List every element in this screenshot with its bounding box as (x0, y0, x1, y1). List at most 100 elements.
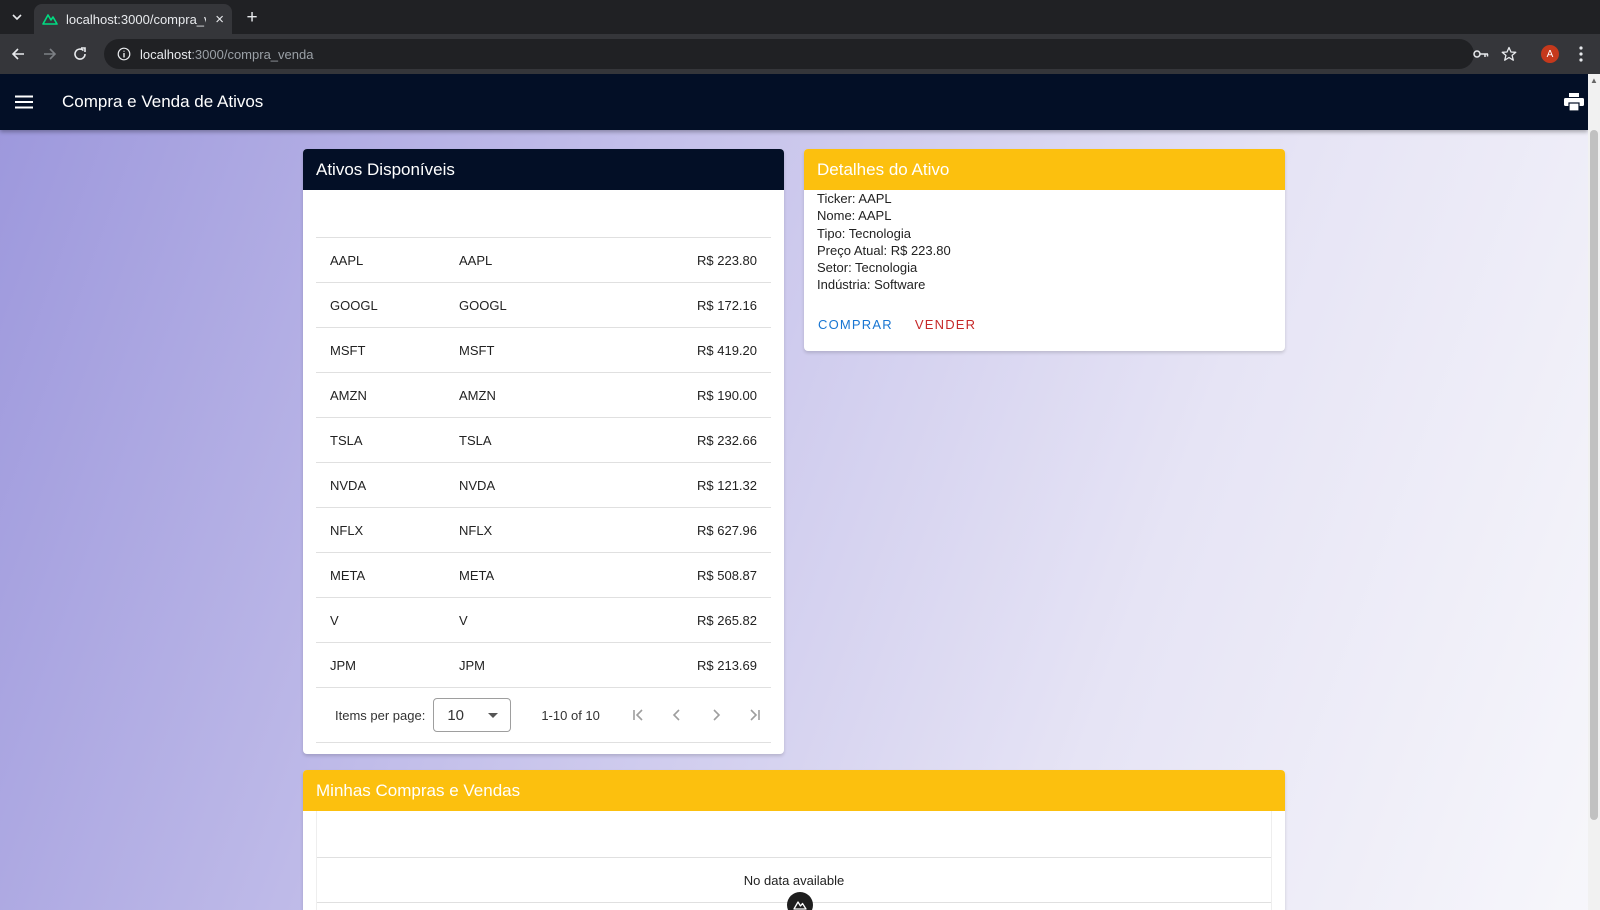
table-row[interactable]: V V R$ 265.82 (316, 598, 771, 643)
comprar-button[interactable]: COMPRAR (810, 309, 901, 340)
arrow-left-icon (11, 48, 24, 60)
cell-ticker: AAPL (330, 252, 364, 268)
chevron-right-icon (713, 709, 721, 721)
table-row[interactable]: NFLX NFLX R$ 627.96 (316, 508, 771, 553)
cell-ticker: MSFT (330, 342, 366, 358)
forward-button[interactable] (37, 42, 61, 66)
page-viewport: Compra e Venda de Ativos Ativos Disponív… (0, 74, 1600, 910)
cell-ticker: AMZN (330, 387, 367, 403)
minhas-card: Minhas Compras e Vendas No data availabl… (303, 770, 1285, 910)
chevron-down-icon (12, 14, 22, 21)
cell-price: R$ 223.80 (697, 252, 757, 268)
tab-search-button[interactable] (6, 7, 28, 27)
cell-ticker: GOOGL (330, 297, 378, 313)
cell-name: NFLX (459, 522, 493, 538)
bookmark-star-icon[interactable] (1497, 42, 1521, 66)
cell-price: R$ 265.82 (697, 612, 757, 628)
ativos-table: AAPL AAPL R$ 223.80 GOOGL GOOGL R$ 172.16 MSFT… (316, 190, 771, 743)
cell-name: V (459, 612, 468, 628)
reload-button[interactable] (68, 42, 92, 66)
table-row[interactable]: AAPL AAPL R$ 223.80 (316, 238, 771, 283)
dropdown-caret-icon (488, 713, 499, 718)
ativos-card-title: Ativos Disponíveis (303, 149, 784, 190)
table-row[interactable]: MSFT MSFT R$ 419.20 (316, 328, 771, 373)
detalhes-card: Detalhes do Ativo Ticker: AAPL Nome: AAP… (804, 149, 1285, 351)
back-button[interactable] (7, 42, 31, 66)
print-button[interactable] (1562, 90, 1586, 114)
last-page-button[interactable] (739, 699, 771, 731)
printer-icon (1564, 93, 1584, 111)
first-page-button[interactable] (622, 699, 654, 731)
browser-tabstrip: localhost:3000/compra_venda × + (0, 0, 1600, 34)
next-page-button[interactable] (700, 699, 732, 731)
more-vert-icon (1579, 46, 1583, 62)
detail-nome: Nome: AAPL (817, 208, 892, 224)
ativos-card: Ativos Disponíveis AAPL AAPL R$ 223.80 GOOG… (303, 149, 784, 754)
cell-ticker: V (330, 612, 339, 628)
table-row[interactable]: JPM JPM R$ 213.69 (316, 643, 771, 688)
url-text: localhost:3000/compra_venda (140, 47, 313, 62)
detalhes-card-title: Detalhes do Ativo (804, 149, 1285, 190)
url-path: :3000/compra_venda (191, 46, 314, 62)
cell-price: R$ 419.20 (697, 342, 757, 358)
browser-tab[interactable]: localhost:3000/compra_venda × (34, 4, 232, 34)
pagination-range: 1-10 of 10 (541, 707, 600, 723)
last-page-icon (750, 709, 760, 721)
detail-ticker: Ticker: AAPL (817, 191, 892, 206)
detail-preco: Preço Atual: R$ 223.80 (817, 242, 951, 258)
ativos-table-body: AAPL AAPL R$ 223.80 GOOGL GOOGL R$ 172.16 MSFT… (316, 238, 771, 688)
browser-menu-button[interactable] (1569, 42, 1593, 66)
vender-button[interactable]: VENDER (907, 309, 984, 340)
cell-name: GOOGL (459, 297, 507, 313)
cell-name: TSLA (459, 432, 492, 448)
first-page-icon (633, 709, 643, 721)
cell-name: MSFT (459, 342, 495, 358)
cell-name: JPM (459, 657, 485, 673)
detail-setor: Setor: Tecnologia (817, 260, 918, 276)
table-header-row (316, 190, 771, 238)
chevron-left-icon (672, 709, 680, 721)
cell-price: R$ 627.96 (697, 522, 757, 538)
cell-ticker: NFLX (330, 522, 364, 538)
detail-tipo: Tipo: Tecnologia (817, 225, 911, 241)
profile-button[interactable]: A (1538, 42, 1562, 66)
browser-toolbar: localhost:3000/compra_venda A (0, 34, 1600, 74)
cell-name: AMZN (459, 387, 496, 403)
address-bar[interactable]: localhost:3000/compra_venda (104, 39, 1474, 69)
site-info-icon[interactable] (112, 42, 136, 66)
table-header-row (317, 811, 1271, 858)
detalhes-body: Ticker: AAPL Nome: AAPL Tipo: Tecnologia… (804, 190, 1285, 294)
cell-price: R$ 213.69 (697, 657, 757, 673)
table-row[interactable]: META META R$ 508.87 (316, 553, 771, 598)
table-row[interactable]: AMZN AMZN R$ 190.00 (316, 373, 771, 418)
table-row[interactable]: TSLA TSLA R$ 232.66 (316, 418, 771, 463)
scrollbar-thumb[interactable] (1590, 130, 1598, 820)
cell-price: R$ 172.16 (697, 297, 757, 313)
scroll-up-arrow-icon[interactable]: ▲ (1590, 76, 1598, 85)
new-tab-button[interactable]: + (240, 6, 264, 30)
previous-page-button[interactable] (661, 699, 693, 731)
app-bar: Compra e Venda de Ativos (0, 74, 1588, 130)
cell-name: META (459, 567, 495, 583)
cell-price: R$ 121.32 (697, 477, 757, 493)
cell-name: NVDA (459, 477, 496, 493)
page-scrollbar[interactable]: ▲ (1588, 74, 1600, 910)
cell-price: R$ 232.66 (697, 432, 757, 448)
tab-title: localhost:3000/compra_venda (66, 11, 206, 27)
detail-industria: Indústria: Software (817, 277, 926, 293)
cell-name: AAPL (459, 252, 493, 268)
url-host: localhost (140, 46, 192, 62)
table-row[interactable]: NVDA NVDA R$ 121.32 (316, 463, 771, 508)
nuxt-logo-icon (793, 901, 807, 910)
arrow-right-icon (44, 48, 57, 60)
password-key-icon[interactable] (1469, 42, 1493, 66)
reload-icon (74, 47, 86, 60)
items-per-page-select[interactable]: 10 (433, 698, 512, 732)
hamburger-menu-icon (15, 95, 33, 109)
cell-ticker: NVDA (330, 477, 367, 493)
app-title: Compra e Venda de Ativos (62, 92, 264, 111)
tab-close-icon[interactable]: × (215, 12, 224, 27)
table-row[interactable]: GOOGL GOOGL R$ 172.16 (316, 283, 771, 328)
menu-button[interactable] (12, 90, 36, 114)
nuxt-favicon-icon (42, 14, 58, 25)
